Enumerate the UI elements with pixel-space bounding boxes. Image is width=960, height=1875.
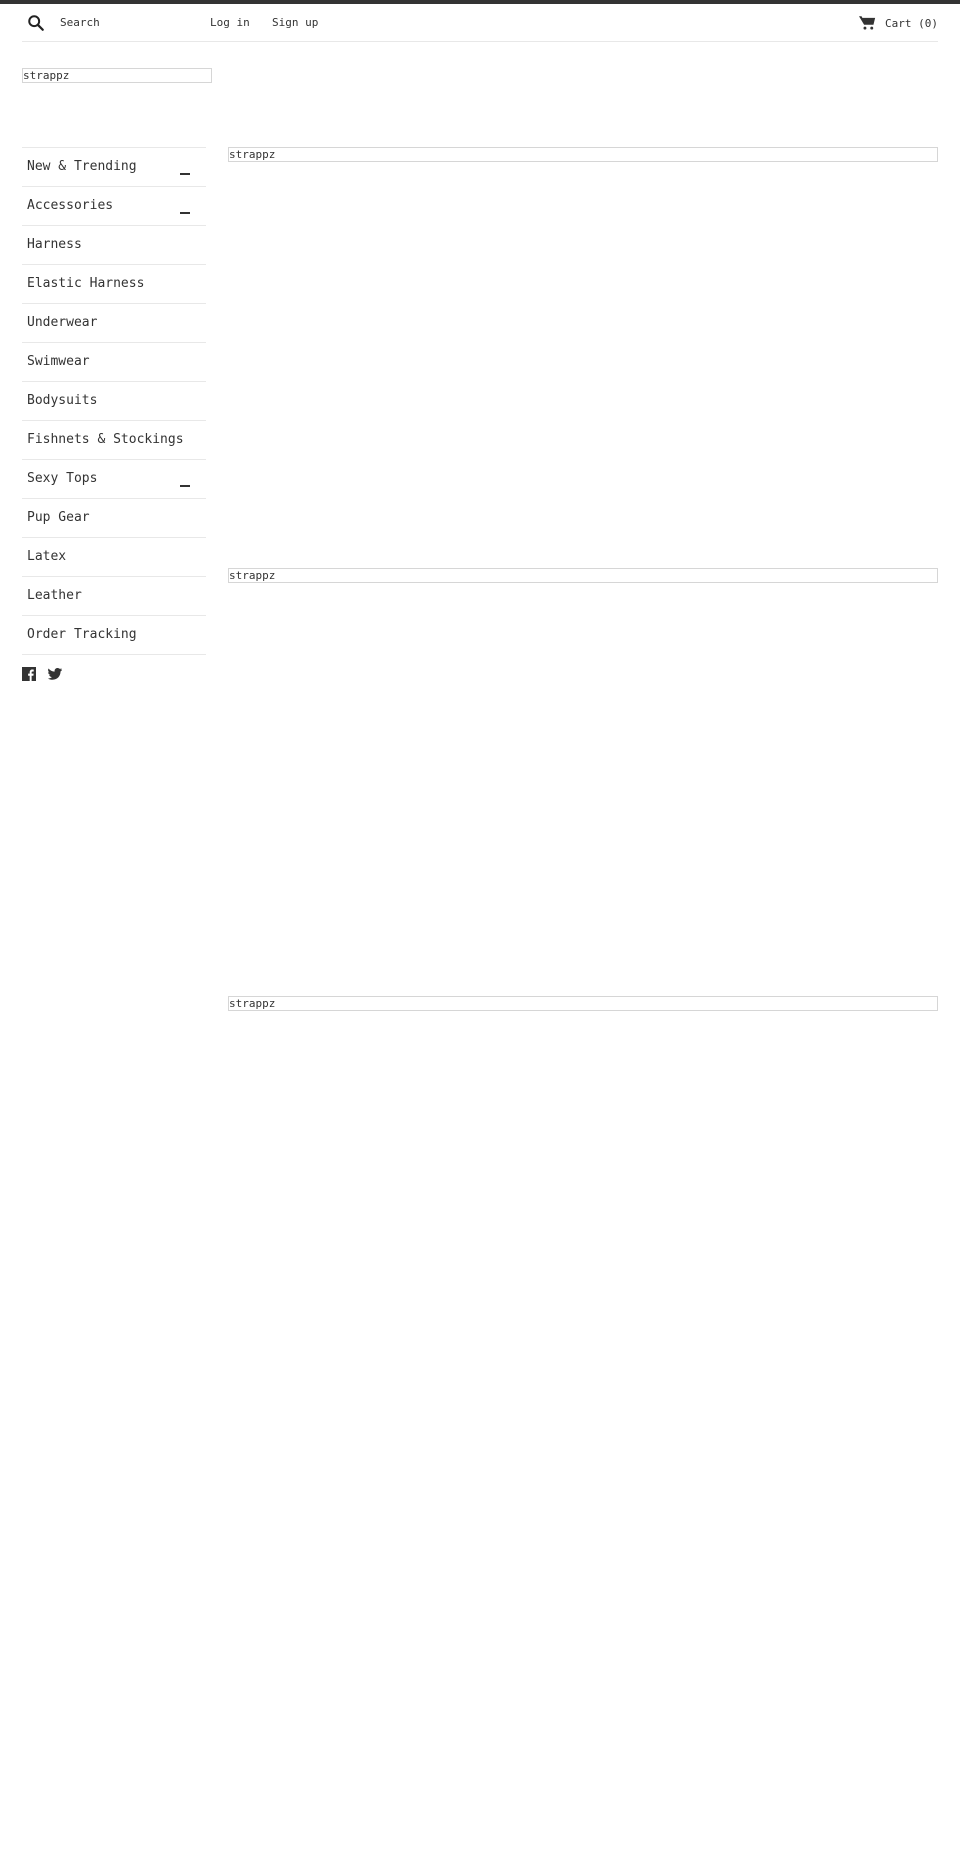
collapse-icon[interactable] xyxy=(180,485,190,487)
social-links xyxy=(22,667,62,681)
banner-image[interactable]: strappz xyxy=(228,147,938,162)
twitter-icon[interactable] xyxy=(48,667,62,681)
sidebar-item-sexy-tops[interactable]: Sexy Tops xyxy=(22,459,206,498)
sidebar-item-accessories[interactable]: Accessories xyxy=(22,186,206,225)
sidebar-item-order-tracking[interactable]: Order Tracking xyxy=(22,615,206,655)
cart-link[interactable]: Cart (0) xyxy=(859,14,938,32)
site-header: Log in Sign up Cart (0) xyxy=(22,4,938,42)
sidebar-item-label: Swimwear xyxy=(27,354,90,369)
sidebar-item-pup-gear[interactable]: Pup Gear xyxy=(22,498,206,537)
sidebar-item-elastic-harness[interactable]: Elastic Harness xyxy=(22,264,206,303)
sidebar-item-label: Latex xyxy=(27,549,67,564)
sidebar-item-label: New & Trending xyxy=(27,159,137,174)
sidebar-item-label: Leather xyxy=(27,588,82,603)
banner-image[interactable]: strappz xyxy=(228,996,938,1011)
search-icon[interactable] xyxy=(27,14,45,32)
site-logo[interactable]: strappz xyxy=(22,68,212,83)
sidebar-item-leather[interactable]: Leather xyxy=(22,576,206,615)
sidebar-item-label: Pup Gear xyxy=(27,510,90,525)
sidebar-item-fishnets-stockings[interactable]: Fishnets & Stockings xyxy=(22,420,206,459)
sidebar-item-underwear[interactable]: Underwear xyxy=(22,303,206,342)
banner-image[interactable]: strappz xyxy=(228,568,938,583)
sidebar-item-harness[interactable]: Harness xyxy=(22,225,206,264)
cart-icon xyxy=(859,16,876,30)
search-input[interactable] xyxy=(56,12,204,32)
sidebar-item-label: Fishnets & Stockings xyxy=(27,432,184,447)
sidebar-item-label: Bodysuits xyxy=(27,393,98,408)
sidebar-item-latex[interactable]: Latex xyxy=(22,537,206,576)
signup-link[interactable]: Sign up xyxy=(272,16,318,29)
sidebar-item-label: Order Tracking xyxy=(27,627,137,642)
login-link[interactable]: Log in xyxy=(210,16,250,29)
facebook-icon[interactable] xyxy=(22,667,36,681)
sidebar-item-label: Harness xyxy=(27,237,82,252)
cart-label: Cart (0) xyxy=(885,16,938,30)
sidebar-item-label: Elastic Harness xyxy=(27,276,145,291)
sidebar-item-bodysuits[interactable]: Bodysuits xyxy=(22,381,206,420)
sidebar-item-new-trending[interactable]: New & Trending xyxy=(22,147,206,186)
sidebar-item-label: Accessories xyxy=(27,198,114,213)
sidebar-item-label: Sexy Tops xyxy=(27,471,98,486)
sidebar-item-swimwear[interactable]: Swimwear xyxy=(22,342,206,381)
collapse-icon[interactable] xyxy=(180,173,190,175)
collapse-icon[interactable] xyxy=(180,212,190,214)
sidebar-nav: New & Trending Accessories Harness Elast… xyxy=(22,147,206,655)
sidebar-item-label: Underwear xyxy=(27,315,98,330)
